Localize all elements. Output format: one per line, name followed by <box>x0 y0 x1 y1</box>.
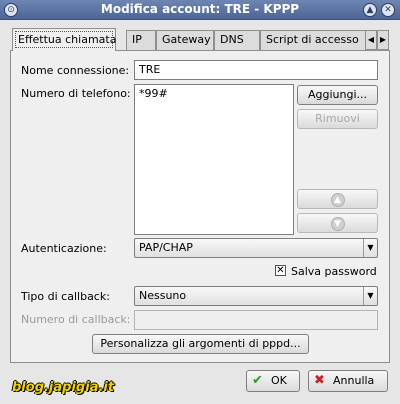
check-icon: ✔ <box>252 373 263 388</box>
add-number-button[interactable]: Aggiungi... <box>297 85 378 105</box>
tab-gateway[interactable]: Gateway <box>156 30 214 50</box>
connection-name-label: Nome connessione: <box>21 64 130 77</box>
tab-scroll-right-icon[interactable]: ▶ <box>377 30 389 50</box>
cancel-button[interactable]: ✖ Annulla <box>308 370 388 392</box>
auth-select[interactable]: PAP/CHAP ▼ <box>134 238 378 258</box>
move-up-button[interactable]: ▲ <box>297 189 378 209</box>
tab-effettua-chiamata[interactable]: Effettua chiamata <box>12 28 116 51</box>
customize-pppd-args-button[interactable]: Personalizza gli argomenti di pppd... <box>92 334 309 354</box>
watermark: blog.japigia.it <box>12 380 115 395</box>
remove-number-button[interactable]: Rimuovi <box>297 109 378 129</box>
title-bar[interactable]: ⊙ Modifica account: TRE - KPPP ▲ ✕ <box>0 0 400 20</box>
window-title: Modifica account: TRE - KPPP <box>100 2 300 16</box>
chevron-down-icon: ▼ <box>363 239 377 257</box>
move-down-button[interactable]: ▼ <box>297 213 378 233</box>
tab-ip[interactable]: IP <box>126 30 156 50</box>
auth-select-value: PAP/CHAP <box>139 241 193 254</box>
arrow-down-icon: ▼ <box>330 217 345 231</box>
tab-bar: Effettua chiamata IP Gateway DNS Script … <box>10 28 390 51</box>
ok-label: OK <box>271 374 287 387</box>
phone-number-item[interactable]: *99# <box>139 87 289 100</box>
callback-number-label: Numero di callback: <box>21 313 131 326</box>
save-password-label[interactable]: Salva password <box>291 265 377 278</box>
ok-button[interactable]: ✔ OK <box>246 370 300 392</box>
tab-script-di-accesso[interactable]: Script di accesso <box>260 30 370 50</box>
arrow-up-icon: ▲ <box>330 193 345 207</box>
close-icon[interactable]: ✕ <box>381 3 395 17</box>
callback-type-label: Tipo di callback: <box>21 290 110 303</box>
callback-type-select[interactable]: Nessuno ▼ <box>134 286 378 306</box>
save-password-checkbox[interactable]: ✕ <box>275 265 286 276</box>
phone-number-list[interactable]: *99# <box>134 84 294 235</box>
callback-type-value: Nessuno <box>139 289 187 302</box>
callback-number-input[interactable] <box>134 310 378 330</box>
cancel-icon: ✖ <box>314 373 325 388</box>
cancel-label: Annulla <box>333 374 375 387</box>
connection-name-input[interactable]: TRE <box>134 60 378 80</box>
auth-label: Autenticazione: <box>21 242 107 255</box>
chevron-down-icon: ▼ <box>363 287 377 305</box>
shade-icon[interactable]: ▲ <box>363 3 377 17</box>
tab-dns[interactable]: DNS <box>214 30 260 50</box>
tab-panel: Nome connessione: TRE Numero di telefono… <box>10 50 390 363</box>
tab-scroll-left-icon[interactable]: ◀ <box>365 30 377 50</box>
phone-number-label: Numero di telefono: <box>21 87 131 100</box>
